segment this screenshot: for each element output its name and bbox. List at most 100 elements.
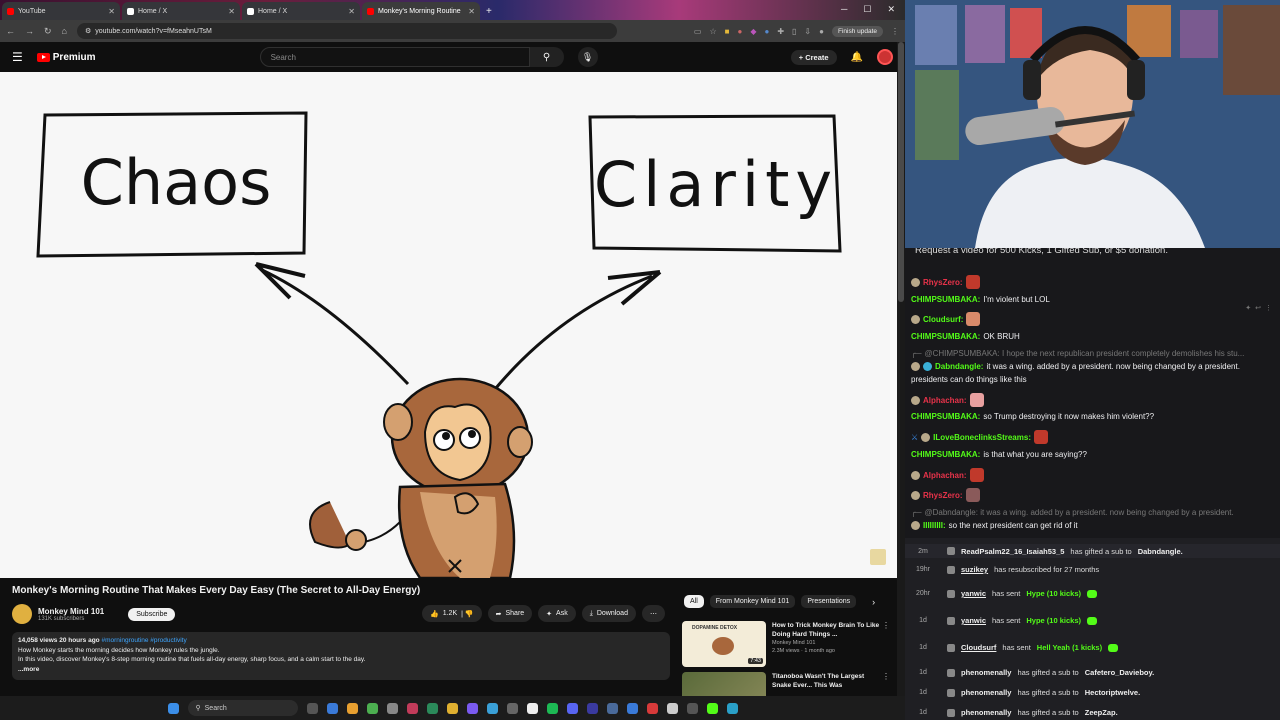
recommended-video[interactable]: Titanoboa Wasn't The Largest Snake Ever.… (682, 672, 892, 696)
finish-update-button[interactable]: Finish update (831, 25, 883, 37)
forward-icon[interactable]: → (25, 26, 34, 36)
chip-all[interactable]: All (684, 595, 704, 608)
cast-icon[interactable]: ▭ (694, 27, 702, 36)
spotify-icon[interactable] (546, 702, 558, 714)
notifications-bell-icon[interactable]: 🔔 (851, 52, 863, 63)
chat-username[interactable]: CHIMPSUMBAKA: (911, 332, 980, 341)
chat-username[interactable]: Cloudsurf: (923, 315, 963, 324)
event-target[interactable]: Hectoriptwelve. (1085, 688, 1140, 697)
app-icon[interactable] (586, 702, 598, 714)
extension-icon[interactable]: ● (764, 27, 769, 36)
app-icon[interactable] (666, 702, 678, 714)
recommended-video[interactable]: DOPAMINE DETOX 7:43 How to Trick Monkey … (682, 621, 892, 667)
chat-username[interactable]: RhysZero: (923, 278, 963, 287)
app-icon[interactable] (526, 702, 538, 714)
reload-icon[interactable]: ↻ (44, 26, 52, 37)
start-icon[interactable] (167, 702, 179, 714)
sidebar-icon[interactable]: ▯ (792, 27, 796, 36)
video-player[interactable]: Chaos Clarity (0, 72, 897, 580)
page-scrollbar[interactable] (897, 42, 905, 696)
download-button[interactable]: ⤓ Download (581, 605, 636, 622)
extension-icon[interactable]: ◆ (750, 27, 756, 36)
kebab-menu-icon[interactable]: ⋮ (882, 621, 890, 630)
download-icon[interactable]: ⇩ (804, 27, 811, 36)
youtube-logo[interactable]: Premium (36, 52, 96, 63)
browser-tab[interactable]: Home / X ✕ (122, 2, 240, 20)
extension-icon[interactable]: ■ (725, 27, 730, 36)
task-view-icon[interactable] (306, 702, 318, 714)
browser-tab-active[interactable]: Monkey's Morning Routine ✕ (362, 2, 480, 20)
more-actions-button[interactable]: ⋯ (641, 605, 665, 622)
dislike-icon[interactable]: | 👎 (461, 610, 473, 618)
like-button[interactable]: 👍 1.2K | 👎 (422, 605, 482, 622)
event-user[interactable]: phenomenally (961, 708, 1011, 717)
event-target[interactable]: ZeepZap. (1085, 708, 1118, 717)
event-user[interactable]: yanwic (961, 616, 986, 625)
chip-from-channel[interactable]: From Monkey Mind 101 (709, 595, 796, 608)
app-icon[interactable] (686, 702, 698, 714)
reply-icon[interactable]: ↩ (1255, 304, 1261, 312)
more-icon[interactable]: ⋮ (1265, 304, 1272, 312)
app-icon[interactable] (486, 702, 498, 714)
new-tab-button[interactable]: + (486, 6, 492, 17)
chat-username[interactable]: Dabndangle: (935, 362, 983, 371)
puzzle-icon[interactable]: ✚ (777, 27, 784, 36)
app-icon[interactable] (626, 702, 638, 714)
app-icon[interactable] (606, 702, 618, 714)
close-tab-icon[interactable]: ✕ (468, 7, 475, 16)
chevron-right-icon[interactable]: › (872, 597, 875, 607)
event-user[interactable]: Cloudsurf (961, 643, 996, 652)
discord-icon[interactable] (566, 702, 578, 714)
hamburger-menu-icon[interactable]: ☰ (12, 50, 23, 64)
browser-tab[interactable]: YouTube ✕ (2, 2, 120, 20)
app-icon[interactable] (506, 702, 518, 714)
ask-button[interactable]: ✦ Ask (538, 605, 576, 622)
channel-avatar[interactable] (12, 604, 32, 624)
chat-username[interactable]: Alphachan: (923, 471, 967, 480)
maximize-icon[interactable]: ☐ (863, 4, 871, 15)
home-icon[interactable]: ⌂ (62, 26, 67, 36)
taskbar-search[interactable]: ⚲ Search (187, 700, 298, 716)
file-explorer-icon[interactable] (446, 702, 458, 714)
app-icon[interactable] (406, 702, 418, 714)
app-icon[interactable] (726, 702, 738, 714)
search-button[interactable]: ⚲ (529, 47, 564, 67)
search-input[interactable]: Search (259, 47, 530, 67)
pin-icon[interactable]: ✦ (1245, 304, 1251, 312)
chat-username[interactable]: RhysZero: (923, 491, 963, 500)
chat-username[interactable]: ILoveBoneclinksStreams: (933, 433, 1031, 442)
back-icon[interactable]: ← (6, 26, 15, 36)
chat-username[interactable]: CHIMPSUMBAKA: (911, 412, 980, 421)
app-icon[interactable] (426, 702, 438, 714)
event-user[interactable]: ReadPsalm22_16_Isaiah53_5 (961, 547, 1064, 556)
description-box[interactable]: 14,058 views 20 hours ago #morningroutin… (12, 632, 670, 680)
url-field[interactable]: ⚙ youtube.com/watch?v=fMseahnUTsM (76, 23, 617, 39)
voice-search-icon[interactable]: 🎙 (577, 47, 598, 67)
event-target[interactable]: Dabndangle. (1138, 547, 1183, 556)
close-tab-icon[interactable]: ✕ (108, 7, 115, 16)
site-info-icon[interactable]: ⚙ (85, 27, 91, 35)
minimize-icon[interactable]: ─ (841, 4, 847, 15)
app-icon[interactable] (366, 702, 378, 714)
close-window-icon[interactable]: ✕ (887, 4, 895, 15)
event-user[interactable]: suzikey (961, 565, 988, 574)
kick-icon[interactable] (706, 702, 718, 714)
app-icon[interactable] (386, 702, 398, 714)
channel-name[interactable]: Monkey Mind 101 (38, 607, 104, 616)
event-user[interactable]: phenomenally (961, 688, 1011, 697)
video-thumbnail[interactable] (682, 672, 766, 696)
more-menu-icon[interactable]: ⋮ (891, 27, 899, 36)
chat-username[interactable]: Alphachan: (923, 396, 967, 405)
account-avatar[interactable] (877, 49, 893, 65)
close-tab-icon[interactable]: ✕ (228, 7, 235, 16)
subscribe-button[interactable]: Subscribe (128, 607, 176, 621)
share-button[interactable]: ➦ Share (487, 605, 533, 622)
app-icon[interactable] (646, 702, 658, 714)
app-icon[interactable] (466, 702, 478, 714)
bookmark-star-icon[interactable]: ☆ (709, 27, 716, 36)
chrome-icon[interactable] (346, 702, 358, 714)
chat-username[interactable]: CHIMPSUMBAKA: (911, 450, 980, 459)
scrollbar-thumb[interactable] (898, 42, 904, 302)
event-target[interactable]: Cafetero_Davieboy. (1085, 668, 1154, 677)
channel-watermark-icon[interactable] (870, 549, 886, 565)
